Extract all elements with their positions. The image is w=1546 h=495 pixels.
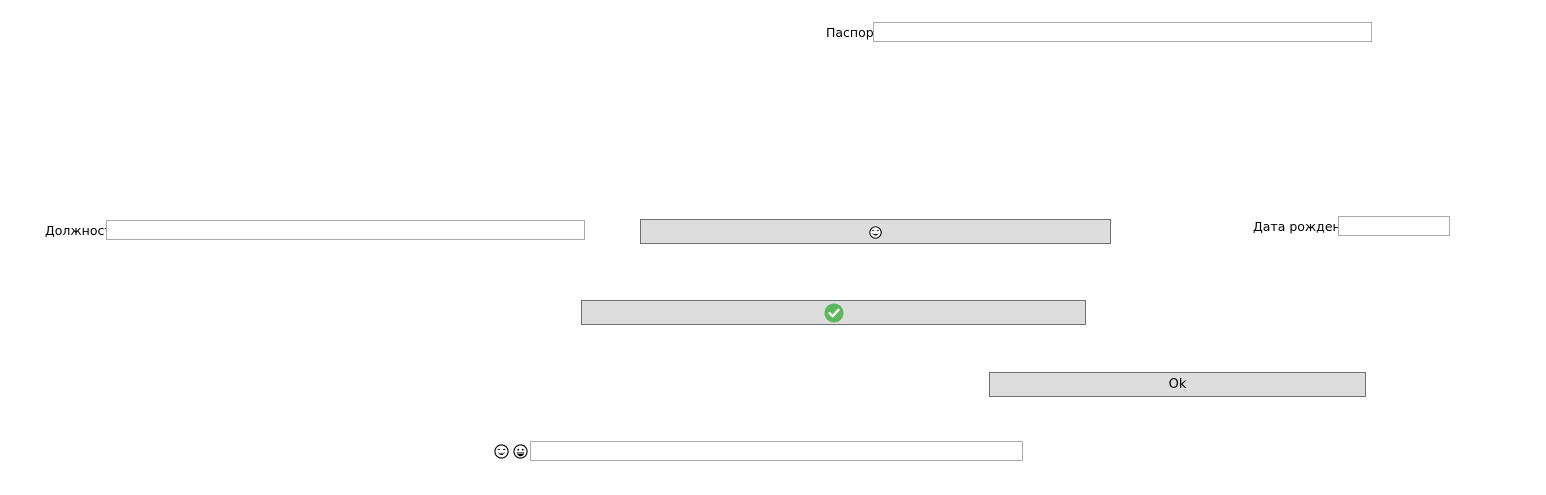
passport-field[interactable] <box>873 22 1372 42</box>
laughing-face-icon <box>494 444 509 459</box>
grinning-face-icon <box>513 444 528 459</box>
confirm-button[interactable] <box>581 300 1086 325</box>
emoji-button[interactable] <box>640 219 1111 244</box>
birthdate-field[interactable] <box>1338 216 1450 236</box>
position-field[interactable] <box>106 220 585 240</box>
laughing-face-icon <box>869 226 882 239</box>
ok-button-label: Ok <box>1168 377 1187 392</box>
green-check-icon <box>824 303 843 322</box>
bottom-text-field[interactable] <box>530 441 1023 461</box>
ok-button[interactable]: Ok <box>989 372 1366 397</box>
